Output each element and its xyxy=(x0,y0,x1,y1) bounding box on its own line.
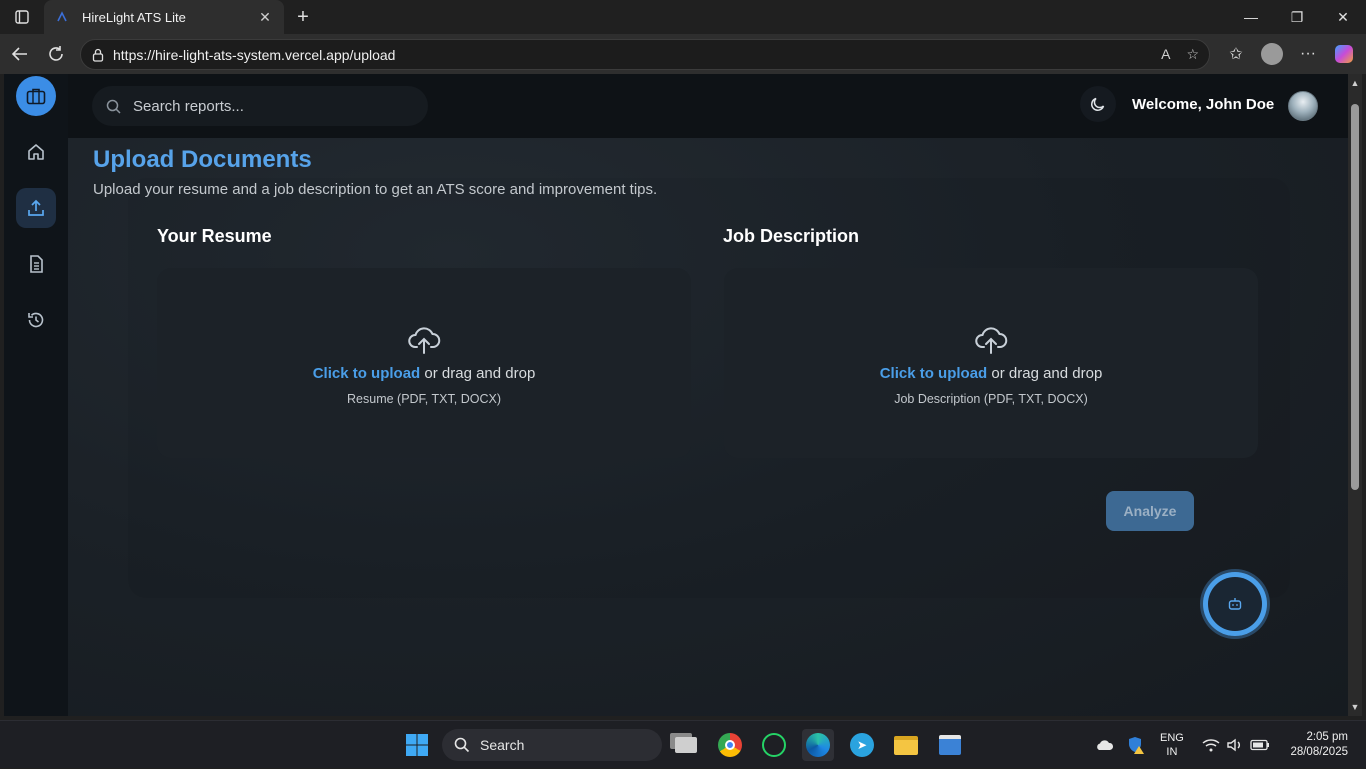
user-avatar[interactable] xyxy=(1288,91,1318,121)
lock-icon[interactable] xyxy=(91,48,105,62)
site-favicon-icon xyxy=(54,9,70,25)
wifi-icon[interactable] xyxy=(1202,721,1220,769)
home-icon xyxy=(28,144,44,160)
job-description-heading: Job Description xyxy=(723,226,860,246)
input-language-indicator[interactable]: ENG IN xyxy=(1160,731,1184,759)
refresh-icon xyxy=(49,46,63,61)
sidebar-item-history[interactable] xyxy=(16,300,56,340)
task-view-icon[interactable] xyxy=(670,729,702,761)
job-file-types: Job Description (PDF, TXT, DOCX) xyxy=(894,391,1088,406)
resume-upload-link[interactable]: Click to upload xyxy=(313,365,421,382)
tab-title: HireLight ATS Lite xyxy=(82,9,186,25)
browser-tab-bar: HireLight ATS Lite ✕ + — ❐ ✕ xyxy=(0,0,1366,34)
refresh-button[interactable] xyxy=(38,36,74,72)
analyze-button[interactable]: Analyze xyxy=(1106,491,1194,531)
briefcase-icon xyxy=(26,88,46,105)
top-header: Search reports... Welcome, John Doe xyxy=(68,74,1348,138)
new-tab-button[interactable]: + xyxy=(290,4,316,30)
page-title: Upload Documents xyxy=(93,146,312,173)
back-button[interactable] xyxy=(2,36,38,72)
document-icon xyxy=(30,255,43,273)
job-upload-line: Click to upload or drag and drop xyxy=(880,365,1103,382)
url-field[interactable]: https://hire-light-ats-system.vercel.app… xyxy=(80,39,1210,70)
telegram-icon[interactable]: ➤ xyxy=(846,729,878,761)
job-upload-link[interactable]: Click to upload xyxy=(880,365,988,382)
battery-icon[interactable] xyxy=(1250,721,1270,769)
system-clock[interactable]: 2:05 pm 28/08/2025 xyxy=(1278,730,1348,760)
close-tab-icon[interactable]: ✕ xyxy=(256,9,274,26)
app-window: Search reports... Welcome, John Doe Uplo… xyxy=(4,74,1348,716)
search-input[interactable]: Search reports... xyxy=(92,86,428,126)
bot-icon xyxy=(1228,598,1242,610)
edge-icon[interactable] xyxy=(802,729,834,761)
file-explorer-icon[interactable] xyxy=(890,729,922,761)
logo-button[interactable] xyxy=(16,76,56,116)
minimize-button[interactable]: — xyxy=(1228,0,1274,34)
more-menu-icon[interactable]: ··· xyxy=(1294,40,1322,68)
job-drag-text: or drag and drop xyxy=(987,364,1103,382)
clock-date: 28/08/2025 xyxy=(1290,746,1348,758)
favorite-star-icon[interactable]: ☆ xyxy=(1186,46,1199,63)
lang-bottom: IN xyxy=(1166,746,1178,758)
taskbar-search[interactable]: Search xyxy=(442,729,662,761)
tab-actions-icon xyxy=(15,10,29,24)
page-scrollbar[interactable]: ▲ ▼ xyxy=(1348,74,1362,716)
resume-drag-text: or drag and drop xyxy=(420,364,536,382)
job-description-dropzone[interactable]: Click to upload or drag and drop Job Des… xyxy=(724,268,1258,458)
resume-heading: Your Resume xyxy=(157,226,272,246)
sidebar-item-reports[interactable] xyxy=(16,244,56,284)
profile-avatar[interactable] xyxy=(1258,40,1286,68)
tab-actions-button[interactable] xyxy=(0,0,44,34)
search-icon xyxy=(454,737,470,753)
windows-logo-icon xyxy=(406,734,428,756)
scroll-down-icon[interactable]: ▼ xyxy=(1350,702,1360,712)
whatsapp-icon[interactable] xyxy=(758,729,790,761)
scroll-thumb[interactable] xyxy=(1351,104,1359,490)
browser-toolbar-right: ✩ ··· xyxy=(1222,38,1358,70)
upload-icon xyxy=(28,199,44,216)
resume-file-types: Resume (PDF, TXT, DOCX) xyxy=(347,391,501,406)
cloud-upload-icon xyxy=(408,326,441,354)
theme-toggle-button[interactable] xyxy=(1080,86,1116,122)
security-warning-icon[interactable] xyxy=(1126,721,1146,769)
start-button[interactable] xyxy=(401,729,433,761)
taskbar-search-label: Search xyxy=(480,737,525,753)
moon-icon xyxy=(1091,97,1105,111)
windows-taskbar: Search ➤ ENG IN 2:05 pm 28/08/2025 xyxy=(0,720,1366,768)
onedrive-icon[interactable] xyxy=(1094,721,1114,769)
window-controls: — ❐ ✕ xyxy=(1228,0,1366,34)
url-text[interactable]: https://hire-light-ats-system.vercel.app… xyxy=(113,47,1161,63)
sidebar-item-home[interactable] xyxy=(16,132,56,172)
sidebar xyxy=(4,74,68,716)
welcome-text: Welcome, John Doe xyxy=(1132,96,1275,113)
search-icon xyxy=(106,99,121,114)
copilot-icon[interactable] xyxy=(1330,40,1358,68)
cloud-upload-icon xyxy=(975,326,1008,354)
scroll-up-icon[interactable]: ▲ xyxy=(1350,78,1360,88)
history-icon xyxy=(28,312,44,328)
read-aloud-icon[interactable]: A xyxy=(1161,46,1170,63)
browser-tab[interactable]: HireLight ATS Lite ✕ xyxy=(44,0,284,34)
favorites-icon[interactable]: ✩ xyxy=(1222,40,1250,68)
resume-dropzone[interactable]: Click to upload or drag and drop Resume … xyxy=(157,268,691,458)
clock-time: 2:05 pm xyxy=(1306,731,1348,743)
volume-icon[interactable] xyxy=(1226,721,1244,769)
sidebar-item-upload[interactable] xyxy=(16,188,56,228)
resume-upload-line: Click to upload or drag and drop xyxy=(313,365,536,382)
chatbot-button[interactable] xyxy=(1203,572,1267,636)
page-subtitle: Upload your resume and a job description… xyxy=(93,181,658,198)
restore-button[interactable]: ❐ xyxy=(1274,0,1320,34)
arrow-left-icon xyxy=(11,47,27,61)
close-window-button[interactable]: ✕ xyxy=(1320,0,1366,34)
microsoft-store-icon[interactable] xyxy=(934,729,966,761)
chrome-icon[interactable] xyxy=(714,729,746,761)
browser-address-bar: https://hire-light-ats-system.vercel.app… xyxy=(0,34,1366,74)
lang-top: ENG xyxy=(1160,732,1184,744)
search-placeholder: Search reports... xyxy=(133,97,244,115)
